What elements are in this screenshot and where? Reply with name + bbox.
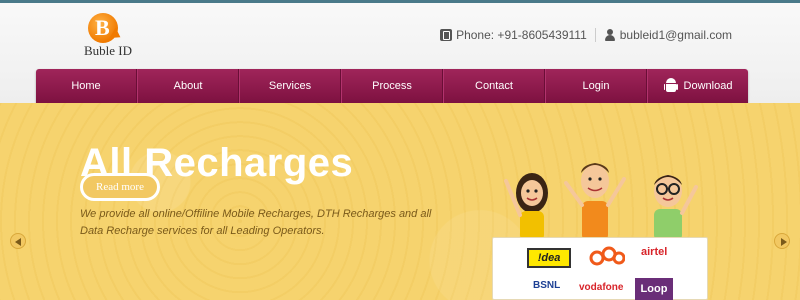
contact-email: bubleid1@gmail.com [604, 28, 732, 42]
slider-next-icon[interactable] [774, 233, 790, 249]
airtel-logo: airtel [641, 246, 668, 258]
android-icon [663, 78, 678, 94]
nav-item-home[interactable]: Home [36, 69, 137, 103]
docomo-logo-icon [589, 246, 625, 266]
nav-item-contact[interactable]: Contact [443, 69, 545, 103]
hero-illustration: !dea airtel BSNL vodafone Loop [488, 157, 718, 300]
nav-item-label: Contact [475, 80, 513, 92]
contact-bar: Phone: +91-8605439111 bubleid1@gmail.com [440, 28, 732, 42]
nav-item-label: About [173, 80, 203, 92]
nav-item-label: Login [582, 80, 610, 92]
nav-item-login[interactable]: Login [545, 69, 647, 103]
nav-item-services[interactable]: Services [239, 69, 341, 103]
logo-letter: B [95, 15, 110, 40]
vodafone-logo: vodafone [579, 282, 624, 293]
nav-item-label: Home [71, 80, 101, 92]
woman-illustration [504, 173, 548, 241]
read-more-button[interactable]: Read more [80, 173, 160, 201]
nav-item-label: Services [268, 80, 312, 92]
man-glasses-illustration [654, 175, 698, 241]
contact-divider [594, 28, 596, 42]
operators-board: !dea airtel BSNL vodafone Loop [492, 237, 708, 300]
bsnl-logo: BSNL [533, 280, 561, 291]
brand-logo[interactable]: B Buble ID [84, 11, 144, 59]
nav-item-label: Download [683, 80, 733, 92]
idea-logo: !dea [527, 248, 571, 268]
phone-icon [440, 29, 453, 41]
brand-name: Buble ID [84, 43, 133, 58]
email-text[interactable]: bubleid1@gmail.com [620, 28, 732, 42]
nav-item-process[interactable]: Process [341, 69, 443, 103]
hero-description: We provide all online/Offiline Mobile Re… [80, 208, 432, 237]
loop-logo: Loop [635, 278, 673, 300]
nav-item-download[interactable]: Download [647, 69, 748, 103]
slider-prev-icon[interactable] [10, 233, 26, 249]
main-nav: Home About Services Process Contact Logi… [36, 69, 748, 103]
user-icon [604, 29, 616, 41]
phone-text: Phone: +91-8605439111 [456, 28, 587, 42]
contact-phone: Phone: +91-8605439111 [440, 28, 587, 42]
nav-item-label: Process [372, 80, 412, 92]
nav-item-about[interactable]: About [137, 69, 239, 103]
man-orange-illustration [564, 163, 626, 241]
